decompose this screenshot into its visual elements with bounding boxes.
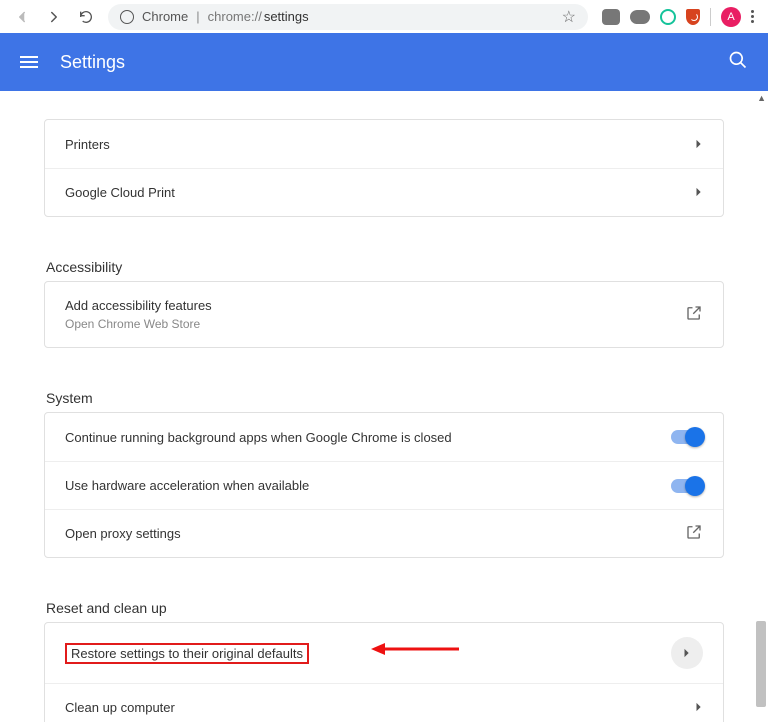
row-label: Printers [65,137,110,152]
scrollbar[interactable]: ▲ [754,91,768,722]
printing-card: Printers Google Cloud Print [44,119,724,217]
toolbar-extensions: A [596,7,760,27]
toggle-on[interactable] [671,479,703,493]
toolbar-separator [710,8,711,26]
chrome-menu-button[interactable] [751,10,754,23]
section-title-accessibility: Accessibility [44,259,724,275]
row-label: Use hardware acceleration when available [65,478,309,493]
address-app: Chrome [142,9,188,24]
address-path: settings [264,9,309,24]
cleanup-computer-row[interactable]: Clean up computer [45,683,723,722]
background-apps-row[interactable]: Continue running background apps when Go… [45,413,723,461]
menu-icon[interactable] [20,56,38,68]
open-external-icon [685,523,703,544]
forward-button[interactable] [40,3,68,31]
google-cloud-print-row[interactable]: Google Cloud Print [45,168,723,216]
row-label: Add accessibility features [65,298,212,313]
scroll-up-arrow[interactable]: ▲ [757,93,766,103]
row-label: Clean up computer [65,700,175,715]
page-title: Settings [60,52,125,73]
proxy-settings-row[interactable]: Open proxy settings [45,509,723,557]
printers-row[interactable]: Printers [45,120,723,168]
annotation-highlight: Restore settings to their original defau… [65,643,309,664]
row-label: Continue running background apps when Go… [65,430,452,445]
system-card: Continue running background apps when Go… [44,412,724,558]
chevron-right-icon [695,137,703,152]
extension-icon[interactable] [602,9,620,25]
extension-icon[interactable] [630,10,650,24]
ublock-icon[interactable] [686,9,700,25]
bookmark-star-icon[interactable]: ☆ [562,7,576,27]
site-icon [120,10,134,24]
restore-defaults-row[interactable]: Restore settings to their original defau… [45,623,723,683]
add-accessibility-row[interactable]: Add accessibility features Open Chrome W… [45,282,723,347]
toggle-on[interactable] [671,430,703,444]
chevron-right-icon [695,185,703,200]
chevron-right-icon [683,646,691,661]
accessibility-card: Add accessibility features Open Chrome W… [44,281,724,348]
profile-avatar[interactable]: A [721,7,741,27]
address-scheme: chrome:// [208,9,262,24]
row-label: Restore settings to their original defau… [71,646,303,661]
chevron-right-icon [695,700,703,715]
section-title-system: System [44,390,724,406]
hardware-accel-row[interactable]: Use hardware acceleration when available [45,461,723,509]
address-bar[interactable]: Chrome | chrome://settings ☆ [108,4,588,30]
settings-content: Printers Google Cloud Print Accessibilit… [0,91,768,722]
browser-toolbar: Chrome | chrome://settings ☆ A [0,0,768,33]
reset-card: Restore settings to their original defau… [44,622,724,722]
scrollbar-thumb[interactable] [756,621,766,707]
search-icon[interactable] [728,50,748,75]
row-label: Google Cloud Print [65,185,175,200]
row-sublabel: Open Chrome Web Store [65,317,212,331]
address-separator: | [196,9,199,24]
open-external-icon [685,304,703,325]
settings-header: Settings [0,33,768,91]
row-label: Open proxy settings [65,526,181,541]
back-button[interactable] [8,3,36,31]
reload-button[interactable] [72,3,100,31]
section-title-reset: Reset and clean up [44,600,724,616]
restore-defaults-button[interactable] [671,637,703,669]
grammarly-icon[interactable] [660,9,676,25]
